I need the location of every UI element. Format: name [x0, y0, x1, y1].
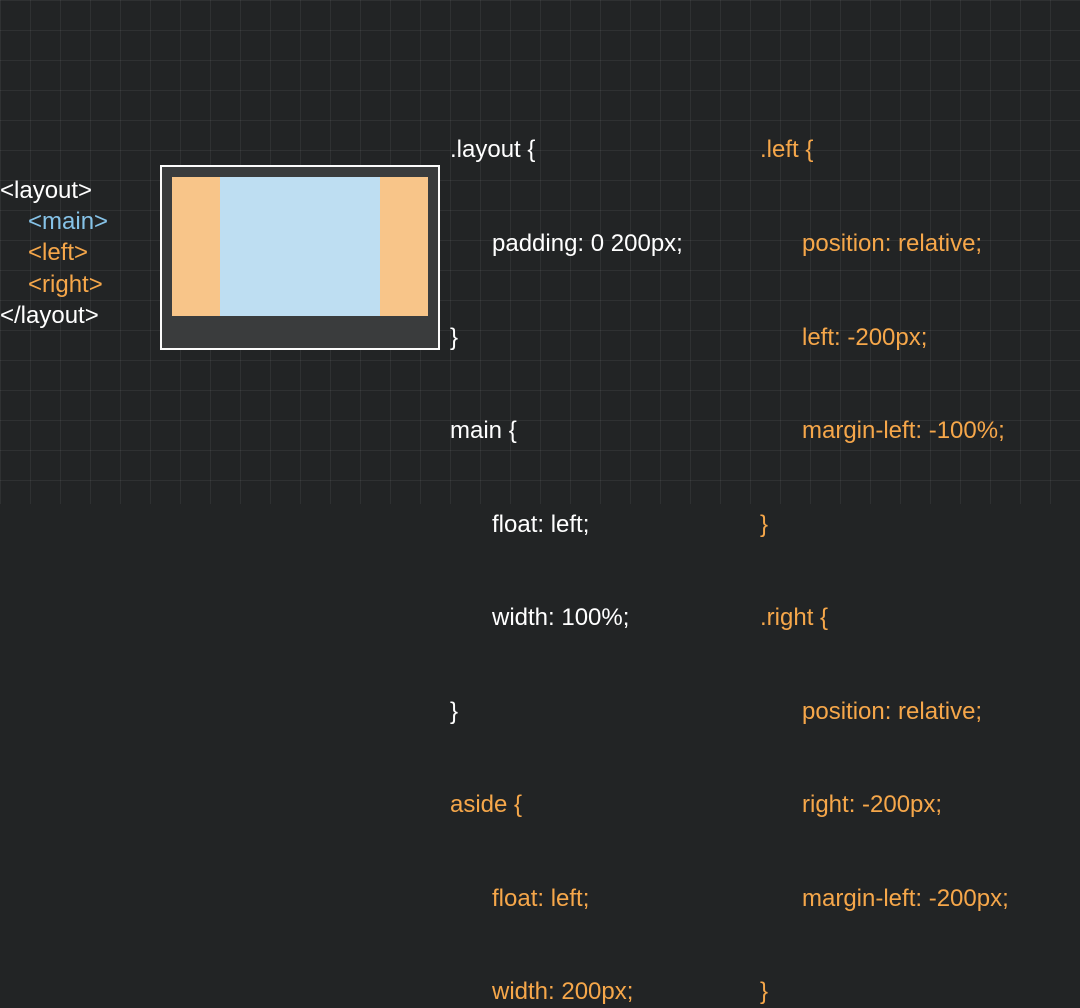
- css-line: width: 200px;: [450, 976, 683, 1007]
- css-line: main {: [450, 415, 683, 446]
- css-code-block-leftright: .left { position: relative; left: -200px…: [760, 72, 1009, 1008]
- css-line: }: [760, 976, 1009, 1007]
- css-line: }: [450, 322, 683, 353]
- css-line: position: relative;: [760, 228, 1009, 259]
- layout-diagram-inner: [172, 177, 428, 316]
- tag-right: <right>: [28, 271, 103, 298]
- css-line: margin-left: -200px;: [760, 883, 1009, 914]
- tag-left: <left>: [28, 239, 88, 266]
- tag-layout-open: <layout>: [0, 177, 92, 204]
- css-line: right: -200px;: [760, 789, 1009, 820]
- css-line: }: [450, 696, 683, 727]
- css-line: margin-left: -100%;: [760, 415, 1009, 446]
- diagram-main-column: [220, 177, 380, 316]
- diagram-right-column: [380, 177, 428, 316]
- css-line: left: -200px;: [760, 322, 1009, 353]
- css-line: position: relative;: [760, 696, 1009, 727]
- css-line: .layout {: [450, 134, 683, 165]
- tag-main: <main>: [28, 208, 108, 235]
- css-line: padding: 0 200px;: [450, 228, 683, 259]
- css-line: width: 100%;: [450, 602, 683, 633]
- css-line: float: left;: [450, 883, 683, 914]
- css-line: float: left;: [450, 509, 683, 540]
- css-line: .left {: [760, 134, 1009, 165]
- layout-diagram: [160, 165, 440, 350]
- tag-layout-close: </layout>: [0, 302, 99, 329]
- diagram-left-column: [172, 177, 220, 316]
- css-code-block-layout: .layout { padding: 0 200px; } main { flo…: [450, 72, 683, 1008]
- html-code-block: <layout> <main> <left> <right> </layout>: [0, 175, 108, 331]
- css-line: }: [760, 509, 1009, 540]
- css-line: .right {: [760, 602, 1009, 633]
- css-line: aside {: [450, 789, 683, 820]
